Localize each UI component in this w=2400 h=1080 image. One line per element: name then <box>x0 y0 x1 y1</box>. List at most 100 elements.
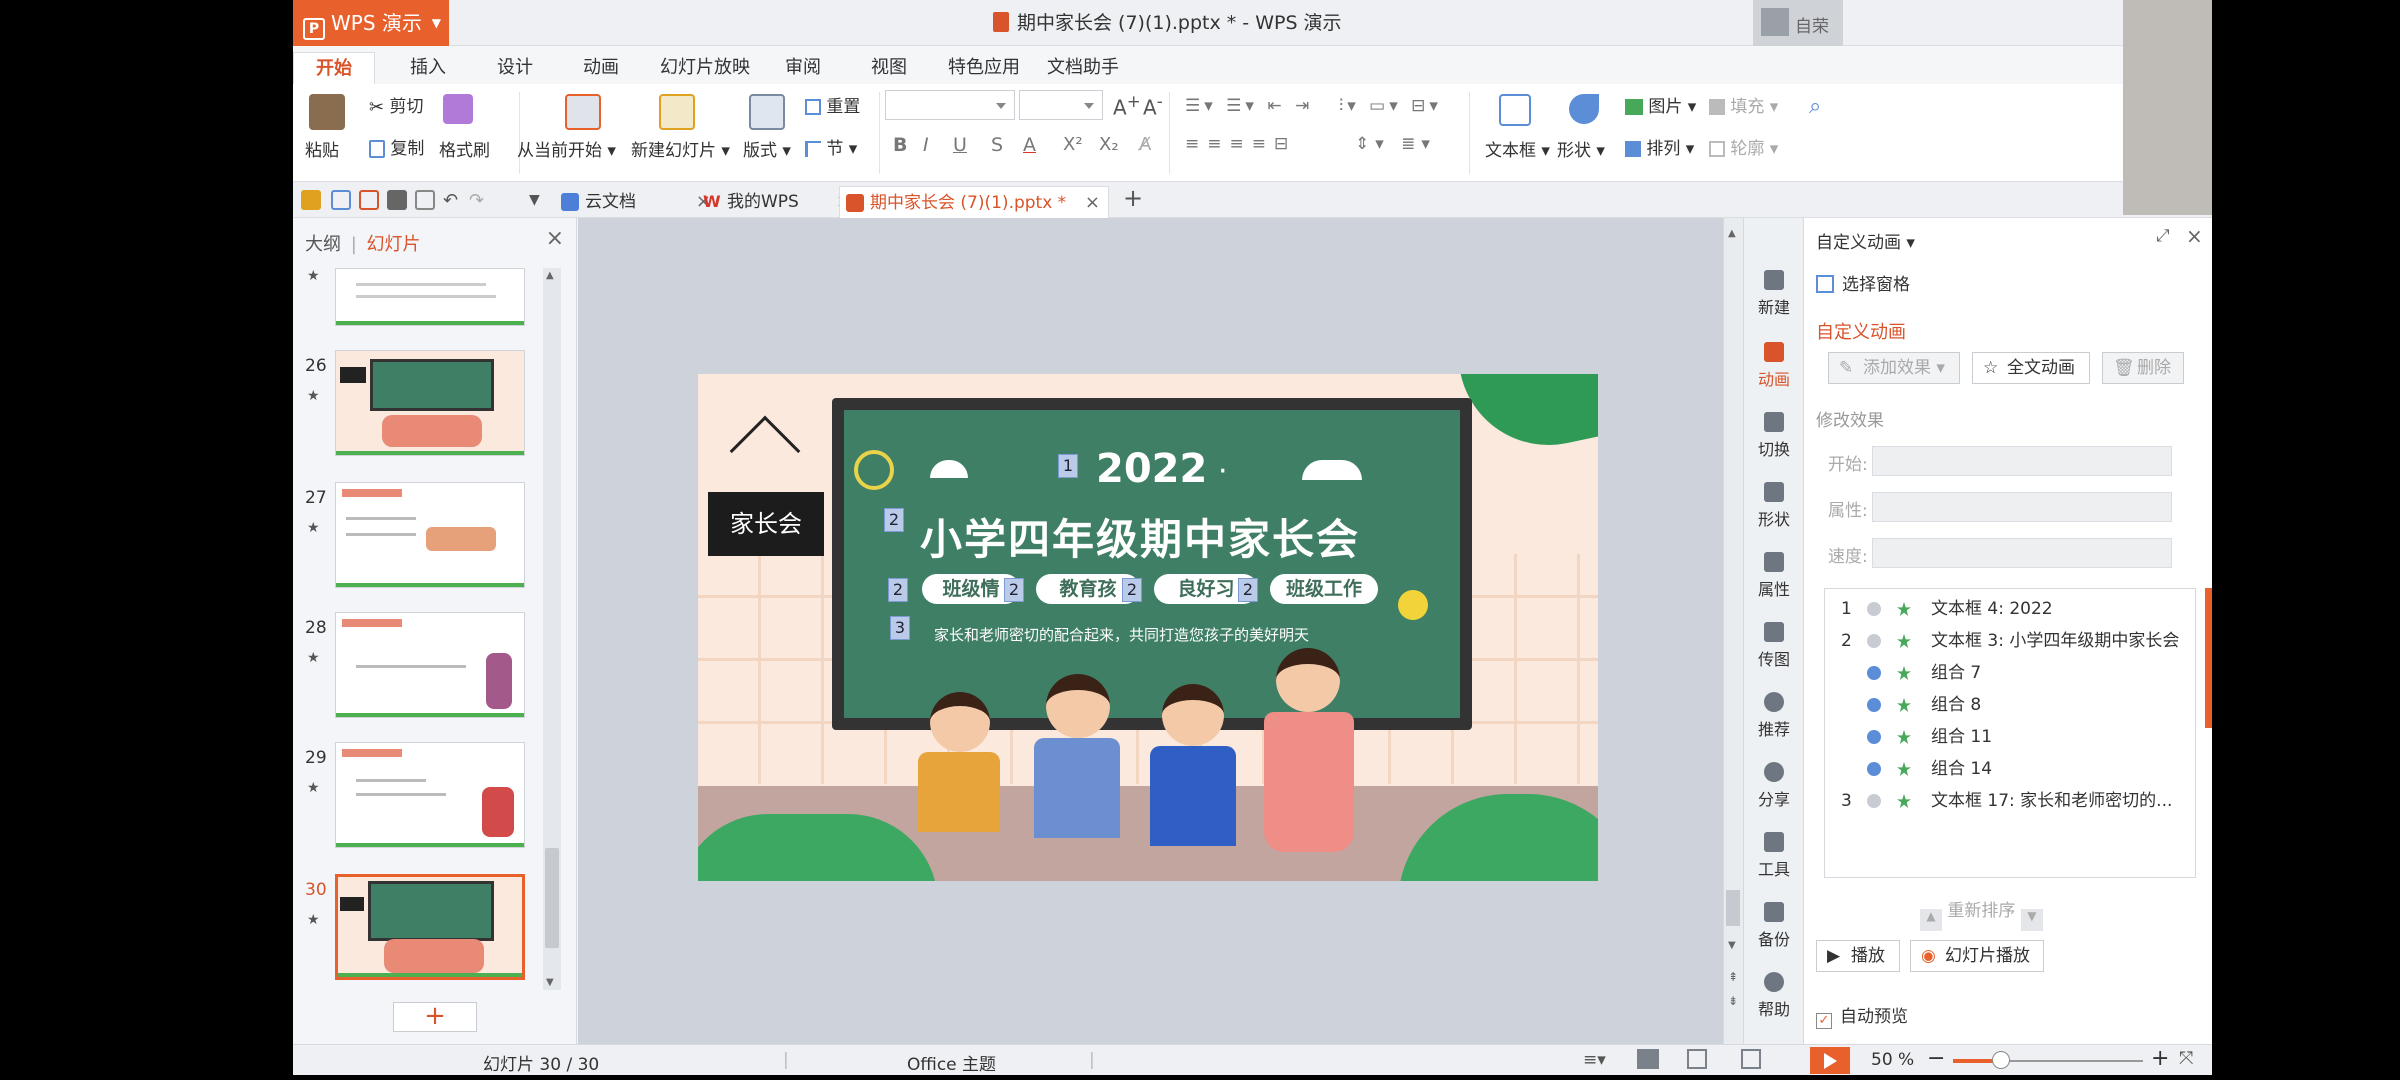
bold-button[interactable]: B <box>893 134 907 156</box>
notes-icon[interactable]: ≡▾ <box>1583 1050 1606 1070</box>
bullet-list-icon[interactable]: ☰▾ ☰▾ ⇤ ⇥ <box>1185 96 1313 116</box>
sidebar-help[interactable]: 帮助 <box>1744 972 1804 1020</box>
close-icon[interactable]: × <box>2186 224 2203 248</box>
zoom-in-icon[interactable]: + <box>2151 1046 2169 1071</box>
tab-home[interactable]: 开始 <box>293 52 375 84</box>
text-box-button[interactable] <box>1499 94 1531 126</box>
slide-title[interactable]: 小学四年级期中家长会 <box>920 506 1360 567</box>
close-icon[interactable]: × <box>546 226 564 251</box>
add-effect-button[interactable]: ✎ 添加效果 ▾ <box>1828 352 1960 384</box>
slide-subtitle[interactable]: 家长和老师密切的配合起来，共同打造您孩子的美好明天 <box>934 624 1309 645</box>
sidebar-upload-image[interactable]: 传图 <box>1744 622 1804 670</box>
tab-slides[interactable]: 幻灯片 <box>367 234 421 255</box>
parent-meeting-sign[interactable]: 家长会 <box>708 492 824 556</box>
next-slide-icon[interactable]: ⇟ <box>1728 994 1738 1008</box>
pane-resize-handle[interactable] <box>2205 588 2212 728</box>
move-up-icon[interactable]: ▲ <box>1920 909 1942 931</box>
wps-menu-button[interactable]: P WPS 演示 ▼ <box>293 0 449 46</box>
clear-format-icon[interactable]: A̸ <box>1139 134 1151 155</box>
sidebar-share[interactable]: 分享 <box>1744 762 1804 810</box>
undo-icon[interactable]: ↶ <box>443 190 463 211</box>
start-select[interactable] <box>1872 446 2172 476</box>
arrange-button[interactable]: 排列 ▾ <box>1625 134 1694 159</box>
chevron-down-icon[interactable]: ▼ <box>529 192 549 212</box>
new-slide-label[interactable]: 新建幻灯片 ▾ <box>631 136 730 161</box>
shape-label[interactable]: 形状 ▾ <box>1557 136 1605 161</box>
slide-thumb-30-selected[interactable] <box>335 874 525 980</box>
tab-insert[interactable]: 插入 <box>410 52 446 84</box>
slide-thumb-26[interactable] <box>335 350 525 456</box>
font-size-combo[interactable] <box>1019 90 1103 120</box>
reading-view-icon[interactable] <box>1741 1049 1761 1069</box>
doctab-current[interactable]: 期中家长会 (7)(1).pptx * × <box>839 186 1109 218</box>
scroll-up-icon[interactable]: ▲ <box>546 270 554 281</box>
section-button[interactable]: 节 ▾ <box>805 134 857 159</box>
auto-preview-checkbox[interactable]: ✓ 自动预览 <box>1816 1002 1908 1029</box>
outline-button[interactable]: 轮廓 ▾ <box>1709 134 1778 159</box>
doctab-cloud[interactable]: 云文档 × <box>555 186 711 218</box>
canvas-scrollbar[interactable]: ▲ ▼ ⇞ ⇟ <box>1723 218 1743 1044</box>
subscript-button[interactable]: X₂ <box>1099 134 1119 155</box>
sidebar-tools[interactable]: 工具 <box>1744 832 1804 880</box>
move-down-icon[interactable]: ▼ <box>2020 909 2043 931</box>
from-current-label[interactable]: 从当前开始 ▾ <box>517 136 616 161</box>
slide-year[interactable]: 2022 <box>1096 446 1207 492</box>
slideshow-button[interactable]: ◉ 幻灯片播放 <box>1910 940 2044 972</box>
layout-label[interactable]: 版式 ▾ <box>743 136 791 161</box>
sidebar-transition[interactable]: 切换 <box>1744 412 1804 460</box>
sidebar-properties[interactable]: 属性 <box>1744 552 1804 600</box>
fit-window-icon[interactable]: ⤧ <box>2179 1048 2193 1069</box>
align-text-icon[interactable]: ≡≡≡≡⊟ <box>1185 134 1296 154</box>
paste-button[interactable] <box>309 94 345 130</box>
tab-review[interactable]: 审阅 <box>785 52 821 84</box>
scrollbar-thumb[interactable] <box>545 848 559 948</box>
slide-pill-class-work[interactable]: 班级工作 <box>1270 574 1378 604</box>
fill-button[interactable]: 填充 ▾ <box>1709 92 1778 117</box>
speed-select[interactable] <box>1872 538 2172 568</box>
slide-thumb-29[interactable] <box>335 742 525 848</box>
current-slide[interactable]: 2022 · 小学四年级期中家长会 家长会 班级情 教育孩 良好习 班级工作 家… <box>698 374 1598 881</box>
add-slide-button[interactable]: + <box>393 1002 477 1032</box>
text-direction-icon[interactable]: ⫶▾ ▭▾ ⊟▾ <box>1339 96 1442 116</box>
from-current-button[interactable] <box>565 94 601 130</box>
scroll-down-icon[interactable]: ▼ <box>546 977 554 988</box>
full-animation-button[interactable]: ☆ 全文动画 <box>1972 352 2090 384</box>
export-pdf-icon[interactable] <box>359 190 379 210</box>
sidebar-recommend[interactable]: 推荐 <box>1744 692 1804 740</box>
collapse-icon[interactable]: ⤢ <box>2156 226 2170 246</box>
font-color-button[interactable]: A <box>1023 134 1036 156</box>
doctab-my-wps[interactable]: W我的WPS× <box>697 186 851 218</box>
tab-design[interactable]: 设计 <box>497 52 533 84</box>
pane-header[interactable]: 自定义动画 ▾ <box>1816 228 1915 253</box>
scrollbar-thumb[interactable] <box>1726 890 1740 926</box>
sidebar-shape[interactable]: 形状 <box>1744 482 1804 530</box>
tab-outline[interactable]: 大纲 <box>305 234 341 255</box>
picture-button[interactable]: 图片 ▾ <box>1625 92 1696 117</box>
close-icon[interactable]: × <box>1085 187 1100 219</box>
scroll-down-icon[interactable]: ▼ <box>1728 940 1736 951</box>
font-name-combo[interactable] <box>885 90 1015 120</box>
open-folder-icon[interactable] <box>301 190 321 210</box>
prev-slide-icon[interactable]: ⇞ <box>1728 970 1738 984</box>
tab-animation[interactable]: 动画 <box>583 52 619 84</box>
new-tab-button[interactable]: + <box>1123 184 1143 212</box>
sidebar-new[interactable]: 新建 <box>1744 270 1804 318</box>
shadow-button[interactable]: S <box>991 134 1003 156</box>
line-spacing-icon[interactable]: ⇕▾ ≣▾ <box>1355 134 1436 154</box>
new-slide-button[interactable] <box>659 94 695 130</box>
font-grow-button[interactable]: A+ <box>1113 92 1141 120</box>
save-icon[interactable] <box>331 190 351 210</box>
normal-view-icon[interactable] <box>1637 1049 1659 1069</box>
reorder-control[interactable]: ▲ 重新排序 ▼ <box>1920 896 2043 931</box>
redo-icon[interactable]: ↷ <box>469 190 489 211</box>
paste-label[interactable]: 粘贴 <box>305 136 339 161</box>
find-icon[interactable]: ⌕ <box>1809 94 1821 119</box>
slide-thumb-25[interactable] <box>335 268 525 326</box>
scroll-up-icon[interactable]: ▲ <box>1728 228 1736 239</box>
play-button[interactable]: ▶ 播放 <box>1816 940 1900 972</box>
italic-button[interactable]: I <box>923 134 929 156</box>
select-pane-button[interactable]: 选择窗格 <box>1816 270 1910 295</box>
sidebar-animation[interactable]: 动画 <box>1744 342 1804 390</box>
property-select[interactable] <box>1872 492 2172 522</box>
shape-button[interactable] <box>1569 94 1599 124</box>
